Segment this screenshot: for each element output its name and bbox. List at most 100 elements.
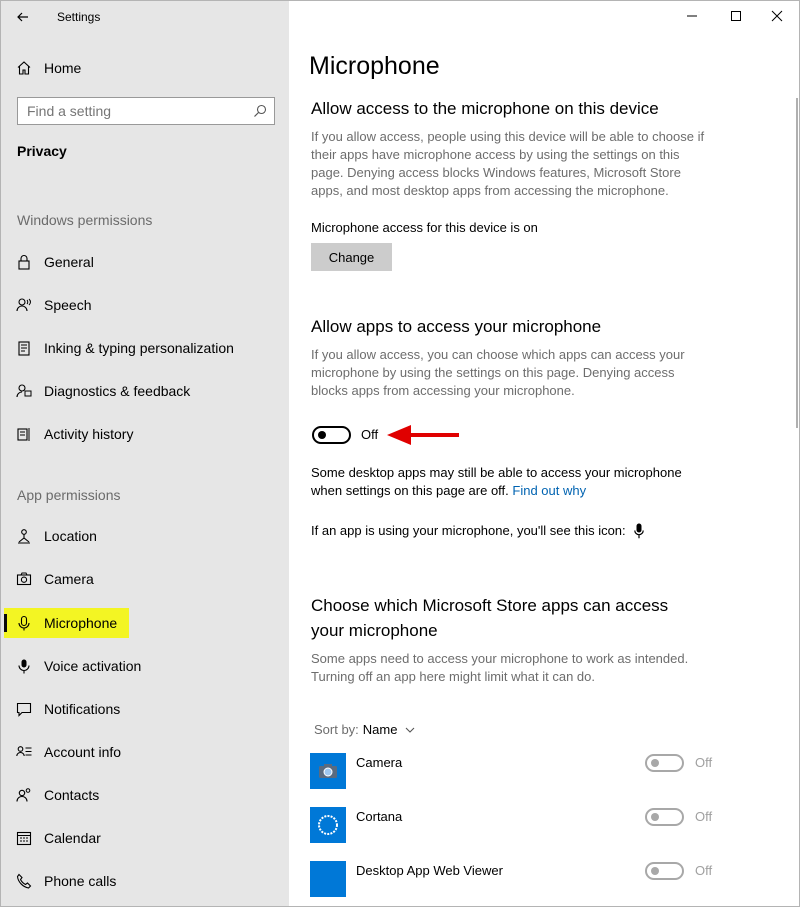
sort-by-dropdown[interactable]: Sort by: Name <box>314 722 415 737</box>
sidebar-item-contacts[interactable]: Contacts <box>4 780 111 810</box>
app-row-desktop-app-web-viewer: Desktop App Web Viewer Off <box>310 861 730 897</box>
sidebar-item-label: Phone calls <box>44 873 117 889</box>
contacts-icon <box>16 787 32 803</box>
scrollbar[interactable] <box>796 98 798 428</box>
sidebar-item-camera[interactable]: Camera <box>4 564 106 594</box>
app-toggle-label: Off <box>695 863 713 878</box>
app-row-camera: Camera Off <box>310 753 730 789</box>
sidebar-item-general[interactable]: General <box>4 247 106 277</box>
phone-icon <box>16 873 32 889</box>
calendar-icon <box>16 830 32 846</box>
maximize-button[interactable] <box>726 6 746 26</box>
sidebar-item-label: General <box>44 254 94 270</box>
cortana-app-toggle[interactable] <box>645 808 684 826</box>
page-title: Microphone <box>309 52 440 80</box>
app-name: Camera <box>356 755 403 770</box>
toggle-knob <box>651 867 659 875</box>
sidebar-item-speech[interactable]: Speech <box>4 290 103 320</box>
device-access-description: If you allow access, people using this d… <box>311 129 705 198</box>
diagnostics-icon <box>16 383 32 399</box>
toggle-knob <box>651 759 659 767</box>
close-button[interactable] <box>767 6 787 26</box>
sidebar-item-label: Microphone <box>44 615 118 631</box>
sort-by-label: Sort by: <box>314 722 359 737</box>
cortana-app-icon <box>310 807 346 843</box>
microphone-icon <box>16 615 32 631</box>
sidebar-item-activity-history[interactable]: Activity history <box>4 419 145 449</box>
sidebar-item-voice-activation[interactable]: Voice activation <box>4 651 153 681</box>
sidebar-item-label: Contacts <box>44 787 100 803</box>
home-label: Home <box>44 60 82 76</box>
device-access-heading: Allow access to the microphone on this d… <box>311 99 659 118</box>
store-apps-description: Some apps need to access your microphone… <box>311 651 689 684</box>
microphone-in-use-note: If an app is using your microphone, you'… <box>311 522 644 540</box>
sidebar-item-phone-calls[interactable]: Phone calls <box>4 866 128 896</box>
find-out-why-link[interactable]: Find out why <box>512 483 586 498</box>
store-apps-heading-line1: Choose which Microsoft Store apps can ac… <box>311 596 669 615</box>
device-access-status: Microphone access for this device is on <box>311 220 538 235</box>
voice-activation-icon <box>16 658 32 674</box>
camera-icon <box>16 571 32 587</box>
apps-access-toggle[interactable] <box>312 426 351 444</box>
search-input[interactable] <box>18 98 238 124</box>
windows-permissions-header: Windows permissions <box>17 212 153 228</box>
web-viewer-app-icon <box>310 861 346 897</box>
microphone-in-use-text: If an app is using your microphone, you'… <box>311 523 626 538</box>
sidebar-item-label: Inking & typing personalization <box>44 340 234 356</box>
location-icon <box>16 528 32 544</box>
notifications-icon <box>16 701 32 717</box>
app-title: Settings <box>57 10 101 24</box>
search-icon[interactable] <box>253 104 267 118</box>
sidebar-item-label: Voice activation <box>44 658 142 674</box>
red-arrow-annotation <box>387 425 459 445</box>
account-info-icon <box>16 744 32 760</box>
change-button[interactable]: Change <box>311 243 392 271</box>
microphone-in-use-icon <box>633 523 644 539</box>
sidebar-item-label: Location <box>44 528 97 544</box>
back-arrow-icon[interactable] <box>13 7 33 27</box>
sidebar-item-label: Diagnostics & feedback <box>44 383 191 399</box>
app-row-cortana: Cortana Off <box>310 807 730 843</box>
sidebar-item-home[interactable]: Home <box>16 57 81 79</box>
camera-app-icon <box>310 753 346 789</box>
desktop-apps-note-line1: Some desktop apps may still be able to a… <box>311 465 682 480</box>
apps-access-description: If you allow access, you can choose whic… <box>311 347 685 398</box>
sidebar-item-label: Account info <box>44 744 122 760</box>
sidebar-item-label: Activity history <box>44 426 134 442</box>
speech-icon <box>16 297 32 313</box>
app-toggle-label: Off <box>695 755 713 770</box>
desktop-apps-note-line2: when settings on this page are off. Find… <box>311 482 586 500</box>
chevron-down-icon <box>405 727 415 733</box>
apps-access-heading: Allow apps to access your microphone <box>311 317 602 336</box>
lock-icon <box>16 254 32 270</box>
app-name: Desktop App Web Viewer <box>356 863 503 878</box>
store-apps-heading-line2: your microphone <box>311 621 438 640</box>
app-toggle-label: Off <box>695 809 713 824</box>
sidebar-item-microphone[interactable]: Microphone <box>4 608 130 638</box>
activity-icon <box>16 426 32 442</box>
sidebar-item-label: Camera <box>44 571 94 587</box>
sidebar-item-calendar[interactable]: Calendar <box>4 823 113 853</box>
sidebar-item-notifications[interactable]: Notifications <box>4 694 132 724</box>
sidebar-item-location[interactable]: Location <box>4 521 109 551</box>
app-permissions-header: App permissions <box>17 487 121 503</box>
sort-by-value: Name <box>362 722 398 737</box>
toggle-knob <box>318 431 326 439</box>
sidebar-item-diagnostics[interactable]: Diagnostics & feedback <box>4 376 202 406</box>
sidebar-item-label: Notifications <box>44 701 121 717</box>
web-viewer-app-toggle[interactable] <box>645 862 684 880</box>
sidebar-item-label: Calendar <box>44 830 101 846</box>
app-name: Cortana <box>356 809 403 824</box>
minimize-button[interactable] <box>682 6 702 26</box>
inking-icon <box>16 340 32 356</box>
sidebar-item-account-info[interactable]: Account info <box>4 737 133 767</box>
camera-app-toggle[interactable] <box>645 754 684 772</box>
title-bar: Settings <box>1 1 289 33</box>
sidebar: Settings Home Privacy Windows permission… <box>1 1 289 906</box>
sidebar-item-inking-typing[interactable]: Inking & typing personalization <box>4 333 246 363</box>
desktop-apps-note-text: when settings on this page are off. <box>311 483 509 498</box>
toggle-knob <box>651 813 659 821</box>
home-icon <box>16 60 32 76</box>
sidebar-item-label: Speech <box>44 297 92 313</box>
search-box[interactable] <box>17 97 275 125</box>
